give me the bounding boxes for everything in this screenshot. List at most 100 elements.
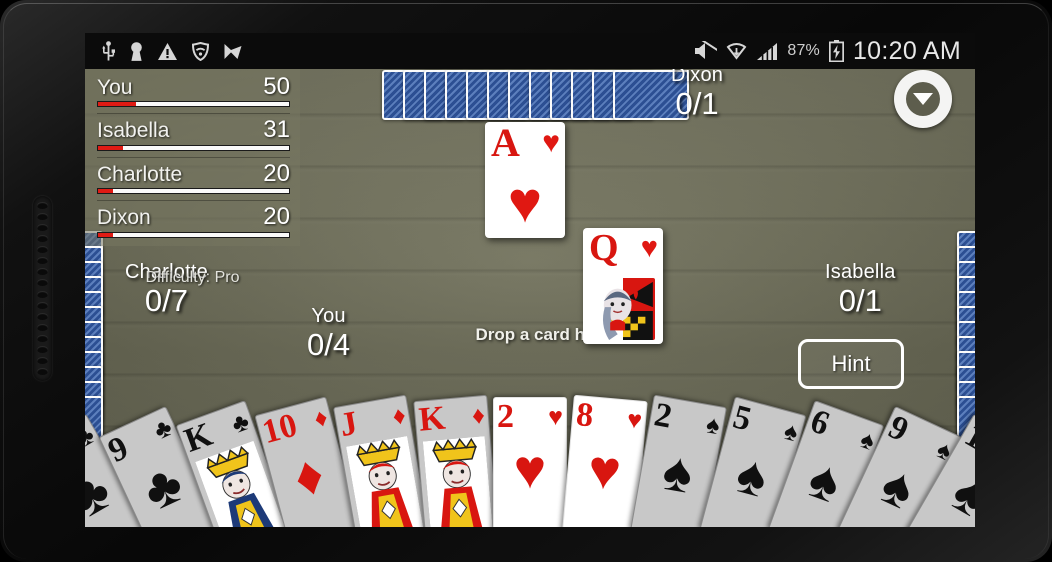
player-charlotte-tricks: 0/7 <box>144 283 189 318</box>
card-rank: 8 <box>574 396 595 435</box>
usb-icon <box>102 40 115 60</box>
card-suit: ♦ <box>390 400 408 431</box>
chevron-down-icon[interactable] <box>894 70 952 128</box>
triangle-down-glyph <box>913 93 933 105</box>
check-flag-icon <box>224 43 242 59</box>
device-screen: 87% 10:20 AM You 50 Isabella 31 Charlotte 20 D… <box>85 33 975 527</box>
card-center-pip: ♥ <box>507 170 543 235</box>
battery-charging-icon <box>828 40 844 62</box>
card-suit: ♦ <box>310 402 331 434</box>
score-progress-bar <box>97 231 290 238</box>
warning-triangle-icon <box>158 42 177 60</box>
card-suit: ♦ <box>470 400 486 430</box>
player-isabella-tricks: 0/1 <box>838 283 882 318</box>
mute-icon <box>695 41 718 59</box>
played-card-ace-hearts: A ♥ ♥ <box>485 122 565 238</box>
speaker-dot <box>37 268 48 276</box>
speaker-dot <box>37 334 48 342</box>
keyhole-icon <box>131 41 142 61</box>
wifi-icon <box>726 42 747 60</box>
difficulty-label: Difficulty: Pro <box>145 269 240 286</box>
card-center-pip: ♠ <box>658 438 698 505</box>
card-corner: 2 ♥ <box>497 400 563 434</box>
player-isabella: Isabella 0/1 <box>825 261 896 318</box>
card-rank: K <box>179 415 218 460</box>
card-corner: K ♦ <box>416 398 486 439</box>
player-hand[interactable]: 3♣♣9♣♣K♣♣10♦♦J♦♦K♦♦2♥♥8♥♥2♠♠5♠♠6♠♠9♠♠10♠… <box>85 375 975 527</box>
speaker-dot <box>37 224 48 232</box>
card-suit: ♠ <box>780 416 801 447</box>
played-card-queen-hearts: Q ♥ <box>583 228 663 344</box>
score-progress-bar <box>97 144 290 151</box>
card-corner: 5 ♠ <box>729 398 802 450</box>
score-row: You 50 <box>97 73 290 113</box>
card-corner: Q ♥ <box>589 229 658 267</box>
card-suit: ♥ <box>542 126 560 159</box>
card-center-pip: ♥ <box>585 437 624 503</box>
card-rank: A <box>491 122 520 165</box>
card-center-pip: ♦ <box>286 441 330 510</box>
player-dixon: Dixon 0/1 <box>671 64 723 121</box>
score-player-name: Dixon <box>97 206 151 230</box>
player-you-name: You <box>311 305 346 327</box>
android-status-bar: 87% 10:20 AM <box>85 33 975 69</box>
speaker-dot <box>37 323 48 331</box>
queen-face-art <box>591 278 655 340</box>
court-face-art <box>346 435 424 527</box>
battery-percent-label: 87% <box>787 42 820 59</box>
card-rank: J <box>337 404 361 445</box>
speaker-dot <box>37 202 48 209</box>
score-row: Isabella 31 <box>97 113 290 156</box>
card-rank: 2 <box>651 396 675 436</box>
card-rank: 6 <box>805 402 835 444</box>
card-suit: ♥ <box>625 405 643 435</box>
card-rank: 2 <box>497 398 514 435</box>
speaker-dot <box>37 312 48 320</box>
score-progress-bar <box>97 188 290 195</box>
speaker-dot <box>37 279 48 287</box>
card-suit: ♣ <box>85 420 100 453</box>
score-player-value: 31 <box>263 116 290 144</box>
score-player-name: Isabella <box>97 119 170 143</box>
player-you-tricks: 0/4 <box>307 327 351 362</box>
status-system-icons: 87% 10:20 AM <box>693 37 975 66</box>
expand-button-inner <box>906 82 940 116</box>
card-corner: J ♦ <box>337 398 408 445</box>
speaker-dot <box>37 213 48 221</box>
scoreboard-panel[interactable]: You 50 Isabella 31 Charlotte 20 Dixon 20 <box>85 69 300 246</box>
score-row: Dixon 20 <box>97 200 290 243</box>
card-rank: 10 <box>258 406 301 452</box>
score-player-name: Charlotte <box>97 162 183 186</box>
card-center-pip: ♥ <box>513 438 547 500</box>
hand-card[interactable]: 2 ♥ ♥ <box>493 397 567 527</box>
speaker-dot <box>37 356 48 364</box>
speaker-dot <box>37 246 48 254</box>
vpn-shield-icon <box>191 41 210 61</box>
hint-button[interactable]: Hint <box>798 339 904 389</box>
card-corner: 8 ♥ <box>574 396 643 438</box>
score-player-name: You <box>97 76 133 99</box>
score-row: Charlotte 20 <box>97 156 290 200</box>
card-suit: ♣ <box>149 412 176 445</box>
card-corner: A ♥ <box>491 123 560 163</box>
speaker-dot <box>37 290 48 298</box>
speaker-dot <box>37 301 48 309</box>
score-player-value: 20 <box>263 159 290 187</box>
signal-bars-icon <box>757 42 778 60</box>
status-clock: 10:20 AM <box>852 36 961 65</box>
speaker-dot <box>37 345 48 353</box>
player-dixon-tricks: 0/1 <box>675 86 719 121</box>
hand-card[interactable]: K♦♦ <box>412 394 499 527</box>
court-face-art <box>422 436 493 527</box>
card-suit: ♣ <box>227 406 253 439</box>
card-suit: ♠ <box>704 409 723 440</box>
card-rank: Q <box>589 228 619 269</box>
card-rank: 9 <box>882 408 914 450</box>
speaker-dot <box>37 367 48 375</box>
status-notification-icons <box>85 40 243 62</box>
card-suit: ♥ <box>640 231 658 264</box>
card-rank: K <box>416 399 447 439</box>
score-player-value: 20 <box>263 203 290 231</box>
speaker-grille <box>33 196 52 381</box>
speaker-dot <box>37 235 48 243</box>
